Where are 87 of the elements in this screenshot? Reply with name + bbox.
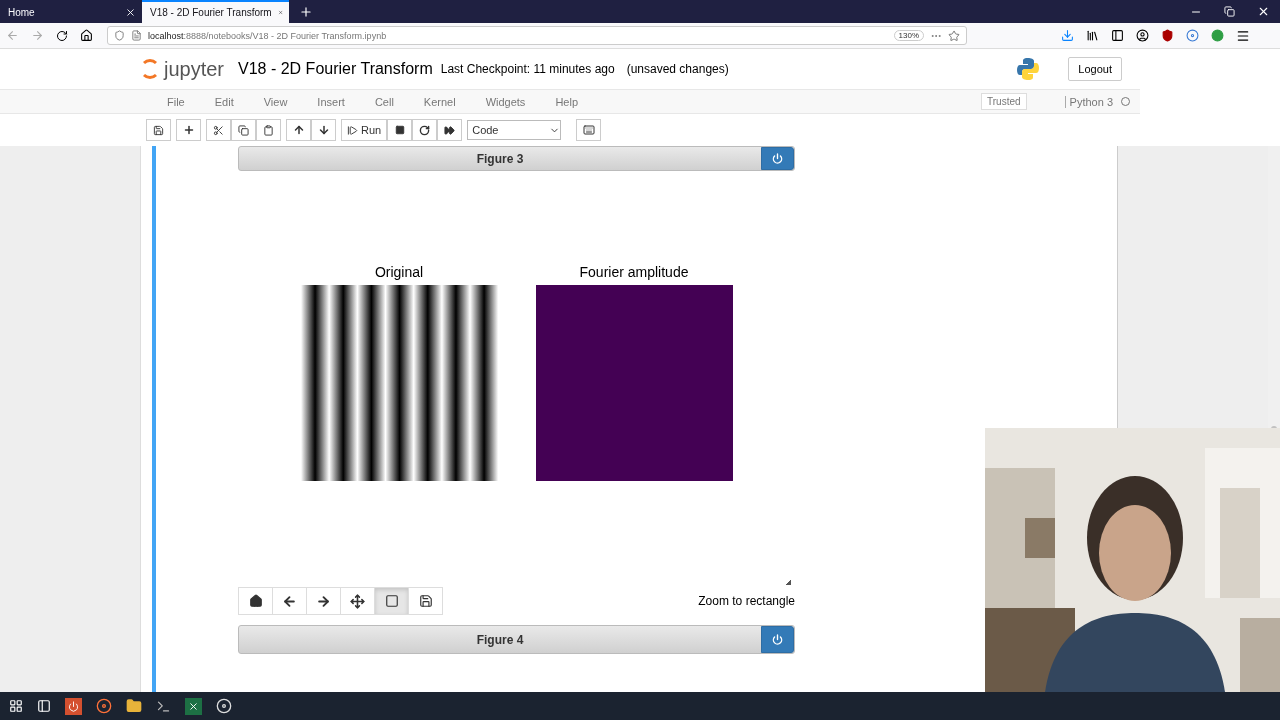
arrow-right-icon (316, 593, 331, 609)
power-button[interactable] (761, 626, 794, 653)
logout-button[interactable]: Logout (1068, 57, 1122, 81)
menu-item[interactable]: File (167, 95, 185, 108)
power-app-icon[interactable] (65, 697, 82, 715)
square-icon (384, 594, 399, 608)
menu-item[interactable]: Widgets (485, 95, 526, 108)
move-down-button[interactable] (311, 119, 336, 141)
star-icon[interactable] (948, 29, 960, 42)
menu-item[interactable]: Cell (374, 95, 394, 108)
menu-item[interactable]: Kernel (423, 95, 456, 108)
kernel-name: Python 3 (1064, 95, 1113, 108)
menu-icon[interactable] (1236, 28, 1250, 43)
task-view-icon[interactable] (37, 699, 51, 713)
insert-cell-button[interactable] (176, 119, 201, 141)
fast-forward-icon (444, 124, 456, 136)
menu-item[interactable]: View (263, 95, 288, 108)
spreadsheet-icon[interactable] (185, 697, 202, 715)
figure-title: Figure 4 (475, 632, 525, 647)
run-button[interactable]: Run (341, 119, 388, 141)
clipboard-icon (263, 124, 274, 136)
paste-button[interactable] (256, 119, 281, 141)
power-icon (772, 634, 783, 645)
restart-icon (419, 124, 431, 136)
browser-icon[interactable] (96, 698, 112, 714)
move-up-button[interactable] (286, 119, 311, 141)
menu-item[interactable]: Insert (317, 95, 345, 108)
checkpoint-text: Last Checkpoint: 11 minutes ago (440, 62, 615, 76)
home-icon[interactable] (80, 29, 93, 42)
pan-tool-button[interactable] (340, 587, 375, 615)
stop-button[interactable] (387, 119, 413, 141)
jupyter-logo[interactable]: jupyter (140, 57, 225, 81)
power-icon (772, 153, 783, 164)
python-logo (1016, 57, 1041, 81)
shield-icon (114, 30, 125, 41)
terminal-icon[interactable] (156, 698, 171, 714)
step-forward-icon (347, 124, 358, 136)
keyboard-icon (582, 124, 595, 136)
resize-handle[interactable] (785, 579, 791, 585)
save-button[interactable] (146, 119, 171, 141)
trusted-badge[interactable]: Trusted (981, 93, 1027, 110)
figure-title: Figure 3 (475, 151, 525, 166)
new-tab-icon[interactable] (299, 4, 313, 19)
close-icon[interactable] (1257, 5, 1270, 18)
sidebar-icon[interactable] (1111, 29, 1124, 42)
plus-icon (182, 124, 195, 136)
save-status: (unsaved changes) (626, 62, 729, 76)
folder-icon[interactable] (126, 698, 142, 714)
home-icon (248, 594, 263, 608)
menu-item[interactable]: Edit (214, 95, 234, 108)
shield-icon[interactable] (1161, 29, 1174, 42)
browser-tab[interactable]: V18 - 2D Fourier Transform (142, 0, 289, 23)
account-icon[interactable] (1136, 29, 1149, 42)
extension-icon[interactable] (1186, 29, 1199, 42)
back-tool-button[interactable] (272, 587, 307, 615)
plot-title: Original (374, 264, 424, 280)
notebook-title[interactable]: V18 - 2D Fourier Transform (238, 60, 433, 78)
home-tool-button[interactable] (238, 587, 273, 615)
library-icon[interactable] (1086, 29, 1099, 42)
scissors-icon (213, 124, 224, 136)
run-all-button[interactable] (437, 119, 463, 141)
menu-item[interactable]: Help (555, 95, 578, 108)
download-icon[interactable] (1061, 29, 1074, 42)
save-tool-button[interactable] (408, 587, 443, 615)
copy-icon (238, 124, 249, 136)
stop-icon (394, 125, 405, 135)
arrow-down-icon (317, 124, 330, 136)
zoom-tool-button[interactable] (374, 587, 409, 615)
start-icon[interactable] (9, 699, 23, 713)
page-icon (131, 30, 142, 41)
restart-button[interactable] (412, 119, 438, 141)
reload-icon[interactable] (56, 29, 68, 42)
keyboard-button[interactable] (576, 119, 602, 141)
arrow-up-icon (292, 124, 305, 136)
address-field[interactable]: localhost:8888/notebooks/V18 - 2D Fourier Transform.ipynb 130% (107, 26, 967, 45)
copy-button[interactable] (231, 119, 256, 141)
recorder-icon[interactable] (216, 698, 232, 714)
close-icon[interactable] (125, 7, 136, 18)
move-icon (350, 593, 365, 609)
browser-tab[interactable]: Home (0, 0, 142, 23)
forward-tool-button[interactable] (306, 587, 341, 615)
plot-title: Fourier amplitude (579, 264, 689, 280)
cut-button[interactable] (206, 119, 231, 141)
restore-icon[interactable] (1224, 6, 1235, 17)
power-button[interactable] (761, 147, 794, 170)
status-message: Zoom to rectangle (698, 594, 795, 608)
cell-type-dropdown[interactable]: Code (467, 120, 562, 140)
